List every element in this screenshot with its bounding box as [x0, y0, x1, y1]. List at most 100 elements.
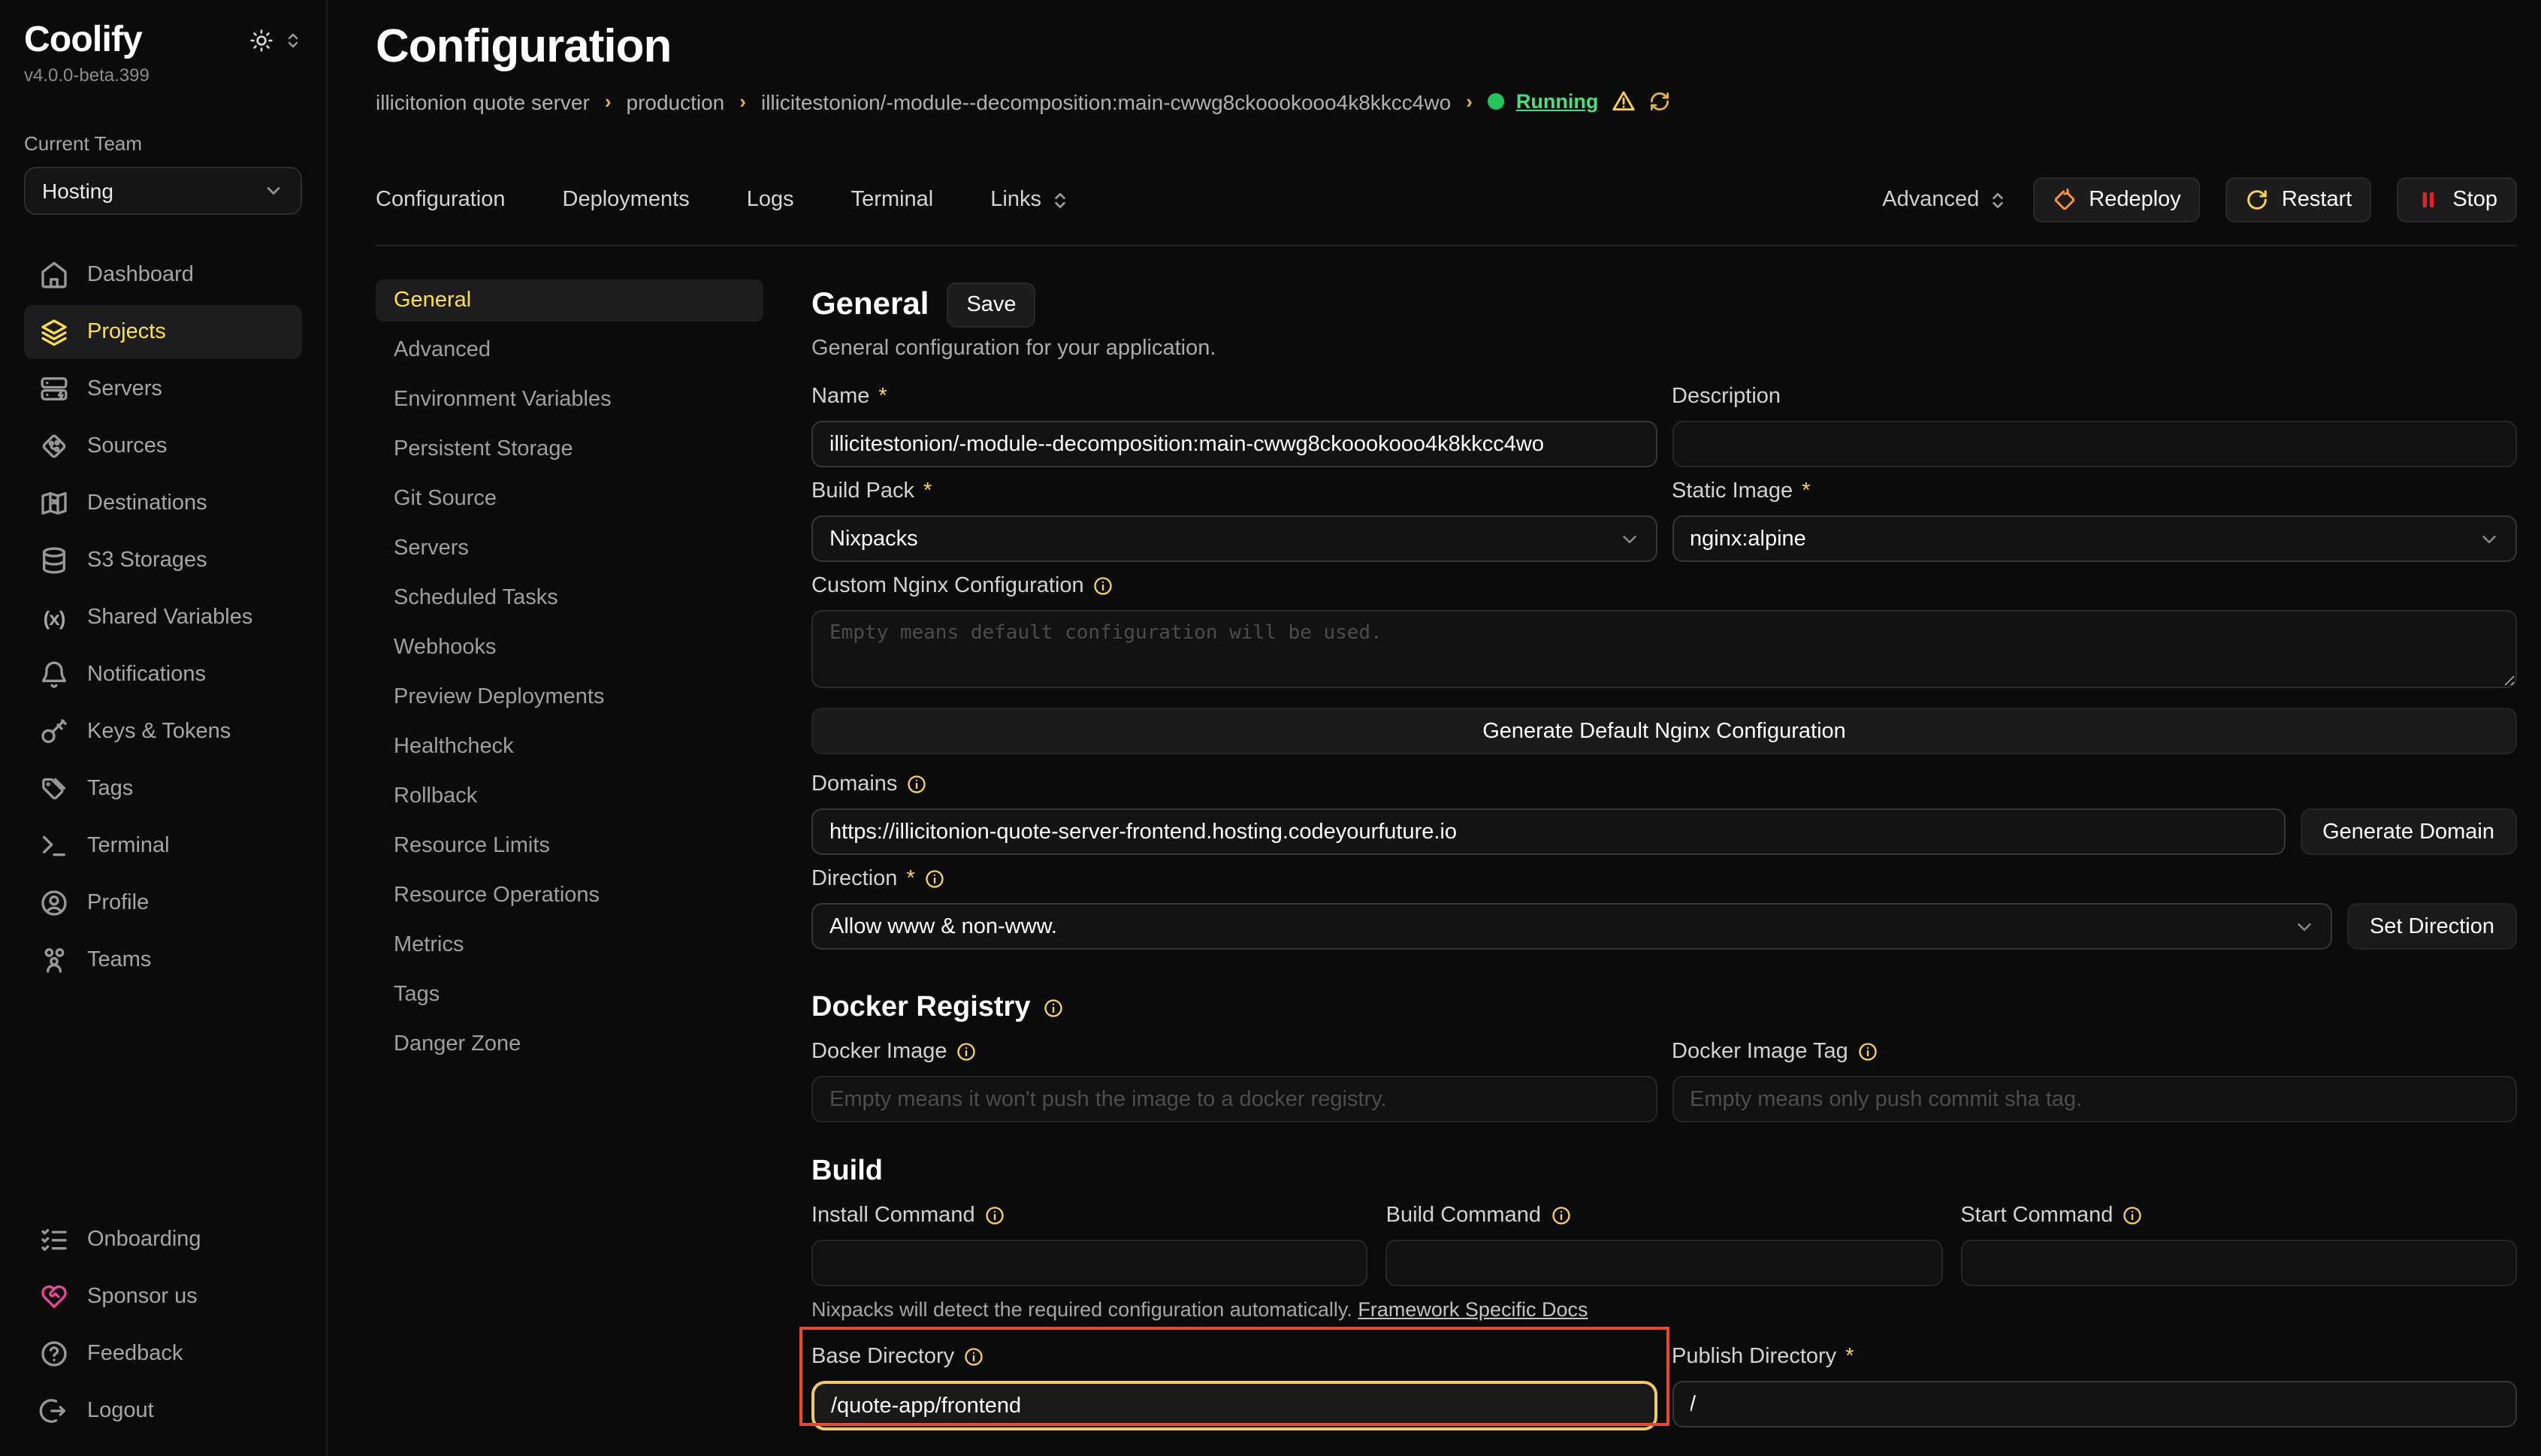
subnav-tags[interactable]: Tags — [376, 974, 763, 1016]
redeploy-button[interactable]: Redeploy — [2033, 177, 2201, 222]
subnav-persistent-storage[interactable]: Persistent Storage — [376, 428, 763, 470]
sidebar-item-shared-variables[interactable]: (x) Shared Variables — [24, 591, 302, 645]
status-running-link[interactable]: Running — [1516, 90, 1598, 113]
subnav-servers[interactable]: Servers — [376, 527, 763, 569]
sidebar-item-destinations[interactable]: Destinations — [24, 477, 302, 531]
sidebar-item-label: Teams — [87, 949, 151, 973]
sidebar-item-s3-storages[interactable]: S3 Storages — [24, 534, 302, 588]
subnav-resource-limits[interactable]: Resource Limits — [376, 825, 763, 867]
breadcrumb-project[interactable]: illicitonion quote server — [376, 89, 590, 113]
publish-directory-label: Publish Directory — [1672, 1345, 1836, 1369]
sidebar-item-label: Projects — [87, 321, 166, 345]
chevrons-up-down-icon — [284, 32, 302, 50]
stop-label: Stop — [2452, 188, 2497, 212]
subnav-advanced[interactable]: Advanced — [376, 329, 763, 371]
subnav-git-source[interactable]: Git Source — [376, 478, 763, 520]
sidebar-item-feedback[interactable]: Feedback — [24, 1327, 302, 1381]
info-icon — [1550, 1205, 1571, 1226]
sidebar-item-keys-tokens[interactable]: Keys & Tokens — [24, 705, 302, 760]
refresh-icon[interactable] — [1648, 90, 1670, 113]
custom-nginx-textarea[interactable] — [811, 610, 2517, 688]
sidebar-item-tags[interactable]: Tags — [24, 763, 302, 817]
subnav-webhooks[interactable]: Webhooks — [376, 627, 763, 669]
divider — [376, 245, 2517, 246]
sidebar-item-onboarding[interactable]: Onboarding — [24, 1213, 302, 1267]
domains-input[interactable] — [811, 808, 2285, 855]
app-logo[interactable]: Coolify — [24, 21, 142, 61]
subnav-scheduled-tasks[interactable]: Scheduled Tasks — [376, 577, 763, 619]
sidebar-item-teams[interactable]: Teams — [24, 934, 302, 988]
docker-image-tag-label: Docker Image Tag — [1672, 1040, 1848, 1064]
start-command-input[interactable] — [1960, 1240, 2517, 1286]
docker-image-tag-field: Docker Image Tag — [1672, 1040, 2517, 1122]
sidebar-item-servers[interactable]: Servers — [24, 363, 302, 417]
sidebar-item-label: Profile — [87, 892, 149, 916]
heart-handshake-icon — [39, 1282, 69, 1312]
stop-button[interactable]: Stop — [2397, 177, 2517, 222]
sidebar-item-profile[interactable]: Profile — [24, 877, 302, 931]
sidebar-item-terminal[interactable]: Terminal — [24, 820, 302, 874]
tab-links[interactable]: Links — [990, 188, 1070, 212]
build-command-input[interactable] — [1386, 1240, 1943, 1286]
restart-icon — [2246, 188, 2270, 212]
advanced-menu[interactable]: Advanced — [1882, 188, 2008, 212]
sidebar-item-logout[interactable]: Logout — [24, 1384, 302, 1438]
sidebar-item-label: Keys & Tokens — [87, 720, 231, 745]
sidebar-item-projects[interactable]: Projects — [24, 306, 302, 360]
database-icon — [39, 546, 69, 576]
bell-icon — [39, 660, 69, 690]
restart-button[interactable]: Restart — [2226, 177, 2372, 222]
sidebar-item-sources[interactable]: Sources — [24, 420, 302, 474]
framework-docs-link[interactable]: Framework Specific Docs — [1358, 1298, 1588, 1321]
tab-configuration[interactable]: Configuration — [376, 188, 506, 212]
subnav-healthcheck[interactable]: Healthcheck — [376, 726, 763, 768]
layers-icon — [39, 318, 69, 348]
theme-switcher[interactable] — [249, 29, 302, 53]
subnav-danger-zone[interactable]: Danger Zone — [376, 1023, 763, 1065]
subnav-rollback[interactable]: Rollback — [376, 775, 763, 817]
breadcrumb-environment[interactable]: production — [627, 89, 725, 113]
docker-image-tag-input[interactable] — [1672, 1076, 2517, 1122]
base-directory-input[interactable] — [811, 1381, 1657, 1430]
tab-links-label: Links — [990, 188, 1041, 212]
info-icon — [924, 868, 945, 890]
custom-nginx-field: Custom Nginx Configuration — [811, 574, 2517, 696]
subnav-metrics[interactable]: Metrics — [376, 924, 763, 966]
publish-directory-input[interactable] — [1672, 1381, 2517, 1427]
subnav-resource-operations[interactable]: Resource Operations — [376, 875, 763, 917]
info-icon — [956, 1041, 977, 1062]
description-input[interactable] — [1672, 421, 2517, 467]
home-icon — [39, 261, 69, 291]
build-pack-select[interactable]: Nixpacks — [811, 515, 1657, 562]
docker-image-input[interactable] — [811, 1076, 1657, 1122]
sidebar-item-sponsor-us[interactable]: Sponsor us — [24, 1270, 302, 1324]
tab-terminal[interactable]: Terminal — [851, 188, 934, 212]
general-form: General Save General configuration for y… — [811, 279, 2517, 1456]
generate-nginx-button[interactable]: Generate Default Nginx Configuration — [811, 708, 2517, 754]
sidebar-item-dashboard[interactable]: Dashboard — [24, 249, 302, 303]
generate-domain-button[interactable]: Generate Domain — [2300, 808, 2517, 855]
direction-select[interactable]: Allow www & non-www. — [811, 903, 2332, 950]
subnav-preview-deployments[interactable]: Preview Deployments — [376, 676, 763, 718]
subnav-general[interactable]: General — [376, 279, 763, 322]
tab-deployments[interactable]: Deployments — [563, 188, 690, 212]
nixpacks-note-text: Nixpacks will detect the required config… — [811, 1298, 1352, 1321]
advanced-label: Advanced — [1882, 188, 1979, 212]
tab-bar: Configuration Deployments Logs Terminal … — [376, 188, 1070, 212]
save-button[interactable]: Save — [947, 282, 1035, 328]
breadcrumb-application[interactable]: illicitestonion/-module--decomposition:m… — [761, 89, 1451, 113]
install-command-input[interactable] — [811, 1240, 1368, 1286]
install-command-field: Install Command — [811, 1204, 1368, 1286]
set-direction-button[interactable]: Set Direction — [2347, 903, 2517, 950]
sidebar-item-label: Sponsor us — [87, 1285, 198, 1309]
name-input[interactable] — [811, 421, 1657, 467]
sidebar-item-notifications[interactable]: Notifications — [24, 648, 302, 702]
sidebar-item-label: Notifications — [87, 663, 206, 687]
info-icon — [906, 774, 927, 795]
tab-logs[interactable]: Logs — [747, 188, 794, 212]
subnav-environment-variables[interactable]: Environment Variables — [376, 379, 763, 421]
static-image-select[interactable]: nginx:alpine — [1672, 515, 2517, 562]
team-select[interactable]: Hosting — [24, 168, 302, 216]
name-field: Name * — [811, 385, 1657, 467]
sidebar-item-label: Onboarding — [87, 1228, 201, 1252]
